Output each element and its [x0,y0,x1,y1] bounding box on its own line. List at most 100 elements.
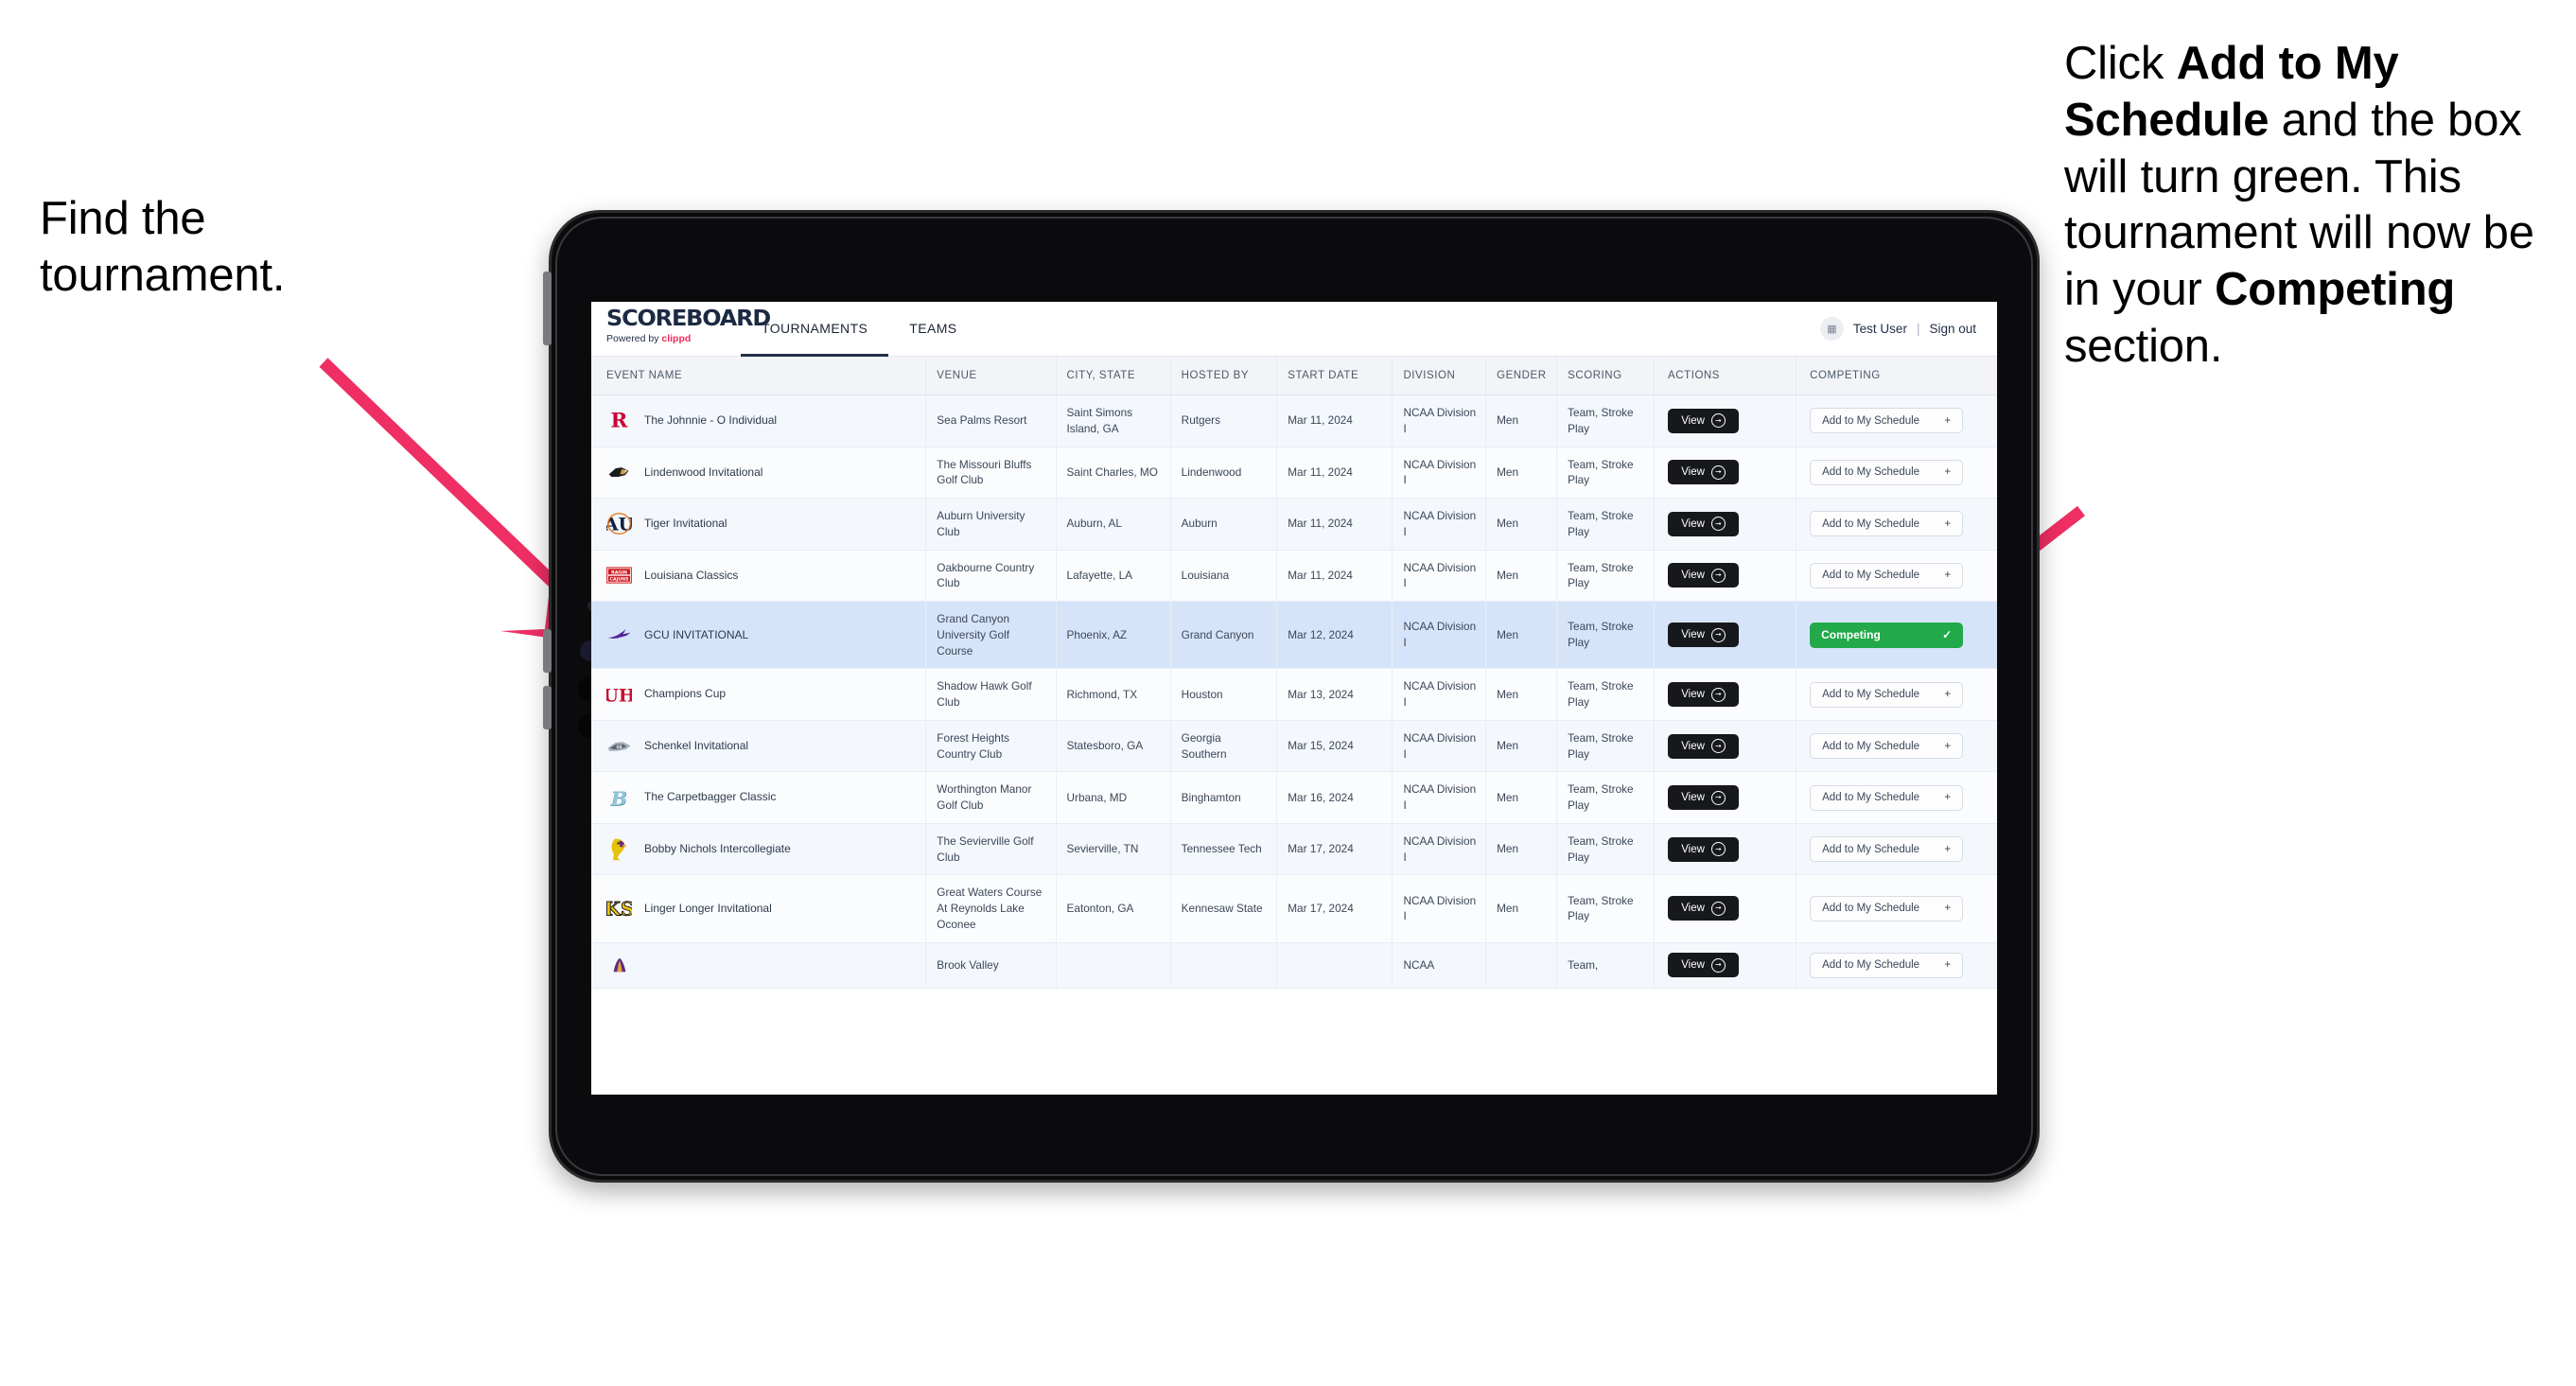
view-button[interactable]: View ➞ [1668,511,1740,536]
tournaments-table-scroll[interactable]: EVENT NAME VENUE CITY, STATE HOSTED BY S… [591,357,1997,1095]
cell-actions: View ➞ [1654,942,1797,989]
sign-out-link[interactable]: Sign out [1929,322,1976,336]
cell-gender: Men [1485,550,1558,602]
arrow-right-circle-icon: ➞ [1710,413,1726,429]
cell-gender [1485,942,1558,989]
event-name-label: Champions Cup [644,687,727,701]
cell-division: NCAA Division I [1392,771,1487,824]
add-to-my-schedule-button[interactable]: Add to My Schedule + [1810,459,1964,485]
view-button[interactable]: View ➞ [1668,733,1740,759]
tablet-power-button[interactable] [543,272,552,345]
cell-competing: Add to My Schedule + [1796,447,1997,499]
cell-scoring: Team, Stroke Play [1556,447,1656,499]
cell-start-date: Mar 15, 2024 [1276,720,1393,773]
tab-tournaments[interactable]: TOURNAMENTS [741,302,889,357]
competing-button[interactable]: Competing ✓ [1810,622,1964,648]
table-row[interactable]: KS Linger Longer Invitational Great Waters… [591,874,1997,943]
table-row[interactable]: R The Johnnie - O Individual Sea Palms Res… [591,395,1997,447]
cell-competing: Add to My Schedule + [1796,498,1997,551]
arrow-right-circle-icon: ➞ [1710,687,1726,702]
table-row[interactable]: Brook Valley NCAA Team, View ➞ Add to My Sche… [591,942,1997,989]
tablet-volume-up-button[interactable] [543,629,552,673]
competing-button-label: Competing [1821,628,1881,642]
col-competing: COMPETING [1796,357,1997,395]
lindenwood-logo [606,460,632,485]
add-to-my-schedule-button[interactable]: Add to My Schedule + [1810,511,1964,537]
tablet-volume-down-button[interactable] [543,686,552,729]
col-venue: VENUE [925,357,1057,395]
brand-logo[interactable]: SCOREBOARD Powered by clippd [591,302,771,356]
add-to-my-schedule-button[interactable]: Add to My Schedule + [1810,408,1964,434]
view-button-label: View [1681,903,1705,915]
annotation-right-bold2: Competing [2215,264,2456,316]
plus-icon: + [1944,466,1952,479]
tab-teams[interactable]: TEAMS [888,302,977,357]
cell-competing: Add to My Schedule + [1796,823,1997,876]
add-to-my-schedule-label: Add to My Schedule [1822,959,1920,971]
add-to-my-schedule-button[interactable]: Add to My Schedule + [1810,952,1964,978]
cell-competing: Add to My Schedule + [1796,771,1997,824]
table-row[interactable]: AU Tiger Invitational Auburn University Cl… [591,498,1997,551]
cell-start-date: Mar 11, 2024 [1276,550,1393,602]
annotation-left-line2: tournament. [40,249,286,301]
rutgers-logo: R [606,408,632,433]
view-button[interactable]: View ➞ [1668,785,1740,810]
annotation-right: Click Add to My Schedule and the box wil… [2064,36,2575,376]
table-header-row: EVENT NAME VENUE CITY, STATE HOSTED BY S… [591,357,1997,395]
arrow-right-circle-icon: ➞ [1710,627,1726,642]
table-row[interactable]: UH Champions Cup Shadow Hawk Golf ClubRich… [591,668,1997,721]
table-row[interactable]: GCU INVITATIONAL Grand Canyon University … [591,601,1997,670]
view-button[interactable]: View ➞ [1668,408,1740,433]
add-to-my-schedule-button[interactable]: Add to My Schedule + [1810,836,1964,862]
cell-venue: Forest Heights Country Club [925,720,1057,773]
view-button[interactable]: View ➞ [1668,682,1740,707]
table-row[interactable]: B B The Carpetbagger Classic Worthington Ma… [591,771,1997,824]
plus-icon: + [1944,740,1952,752]
cell-hosted-by: Lindenwood [1170,447,1278,499]
table-row[interactable]: RAGIN CAJUNS Louisiana Classics Oakbourne C… [591,550,1997,602]
view-button[interactable]: View ➞ [1668,623,1740,648]
cell-event-name: RAGIN CAJUNS Louisiana Classics [591,550,927,602]
cell-actions: View ➞ [1654,601,1797,670]
cell-city-state: Statesboro, GA [1056,720,1171,773]
view-button[interactable]: View ➞ [1668,836,1740,862]
add-to-my-schedule-label: Add to My Schedule [1822,689,1920,700]
table-row[interactable]: Bobby Nichols Intercollegiate The Sevierv… [591,823,1997,876]
add-to-my-schedule-button[interactable]: Add to My Schedule + [1810,562,1964,588]
plus-icon: + [1944,843,1952,855]
cell-event-name [591,942,927,989]
add-to-my-schedule-button[interactable]: Add to My Schedule + [1810,733,1964,759]
col-city-state: CITY, STATE [1056,357,1171,395]
event-name-label: GCU INVITATIONAL [644,627,749,641]
cell-division: NCAA Division I [1392,720,1487,773]
cell-venue: Worthington Manor Golf Club [925,771,1057,824]
tab-tournaments-label: TOURNAMENTS [762,320,868,336]
view-button[interactable]: View ➞ [1668,563,1740,588]
cell-city-state: Phoenix, AZ [1056,601,1171,670]
cell-hosted-by: Grand Canyon [1170,601,1278,670]
plus-icon: + [1944,689,1952,700]
view-button[interactable]: View ➞ [1668,896,1740,921]
table-row[interactable]: GS Schenkel Invitational Forest Heights Co… [591,720,1997,773]
view-button[interactable]: View ➞ [1668,953,1740,977]
cell-competing: Add to My Schedule + [1796,720,1997,773]
add-to-my-schedule-button[interactable]: Add to My Schedule + [1810,681,1964,708]
brand-powered-prefix: Powered by [606,333,662,344]
cell-actions: View ➞ [1654,771,1797,824]
georgia-southern-logo: GS [606,733,632,759]
add-to-my-schedule-button[interactable]: Add to My Schedule + [1810,895,1964,921]
cell-hosted-by: Rutgers [1170,395,1278,447]
arrow-right-circle-icon: ➞ [1710,517,1726,532]
cell-division: NCAA Division I [1392,874,1487,943]
plus-icon: + [1944,570,1952,582]
event-name-label: The Johnnie - O Individual [644,413,778,428]
table-row[interactable]: Lindenwood Invitational The Missouri Bluf… [591,447,1997,499]
cell-event-name: R The Johnnie - O Individual [591,395,927,447]
view-button[interactable]: View ➞ [1668,460,1740,485]
svg-text:RAGIN: RAGIN [611,570,627,576]
add-to-my-schedule-button[interactable]: Add to My Schedule + [1810,784,1964,811]
cell-division: NCAA Division I [1392,498,1487,551]
user-avatar-icon[interactable]: ▦ [1819,317,1844,341]
cell-scoring: Team, Stroke Play [1556,498,1656,551]
header-right-group: ▦ Test User | Sign out [1819,302,1997,356]
